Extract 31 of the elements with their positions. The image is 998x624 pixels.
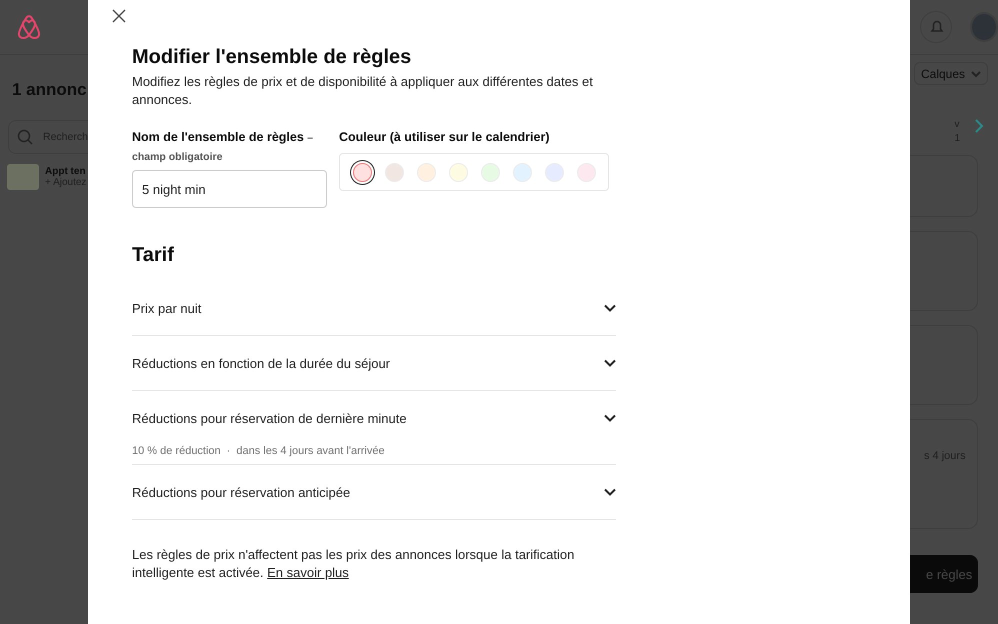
field-label: Nom de l'ensemble de règles – champ obligatoire: [132, 129, 314, 165]
notification-button[interactable]: [920, 11, 952, 43]
learn-more-link[interactable]: En savoir plus: [267, 565, 349, 580]
chevron-down-icon: [604, 488, 616, 496]
accordion-item[interactable]: Prix par nuit: [132, 281, 616, 335]
accordion-item[interactable]: Réductions pour réservation anticipée: [132, 465, 616, 519]
chevron-down-icon: [604, 414, 616, 422]
color-swatch[interactable]: [353, 162, 372, 182]
chevron-right-icon: [974, 119, 984, 133]
summary-text: 10 % de réduction: [132, 445, 221, 459]
dialog-title: Modifier l'ensemble de règles: [132, 46, 412, 69]
dialog-subtitle: Modifiez les règles de prix et de disponibilité à appliquer aux différentes dates et annonces.: [132, 73, 594, 109]
accordion-item[interactable]: Réductions en fonction de la durée du séjour: [132, 336, 616, 390]
section-title: Tarif: [132, 244, 175, 267]
summary-text: dans les 4 jours avant l'arrivée: [236, 445, 385, 459]
search-icon: [17, 129, 33, 145]
chevron-down-icon: [604, 359, 616, 367]
chevron-down-icon: [971, 70, 982, 78]
chevron-down-icon: [604, 304, 616, 312]
close-button[interactable]: [112, 9, 126, 23]
info-note: Les règles de prix n'affectent pas les prix des annonces lorsque la tarification intelligente est activée. En savoir plus: [132, 546, 576, 582]
summary-text: ·: [226, 445, 230, 459]
name-input-field[interactable]: 5 night min: [132, 170, 327, 208]
avatar[interactable]: [970, 12, 998, 42]
close-icon: [112, 9, 126, 23]
listing-count: 1 annonc: [12, 80, 88, 100]
photo-placeholder: [7, 164, 39, 190]
logo-icon: [16, 13, 42, 41]
bell-icon: [930, 19, 944, 35]
field-label: Couleur (à utiliser sur le calendrier): [339, 129, 550, 146]
accordion-item[interactable]: Réductions pour réservation de dernière minute: [132, 391, 616, 445]
